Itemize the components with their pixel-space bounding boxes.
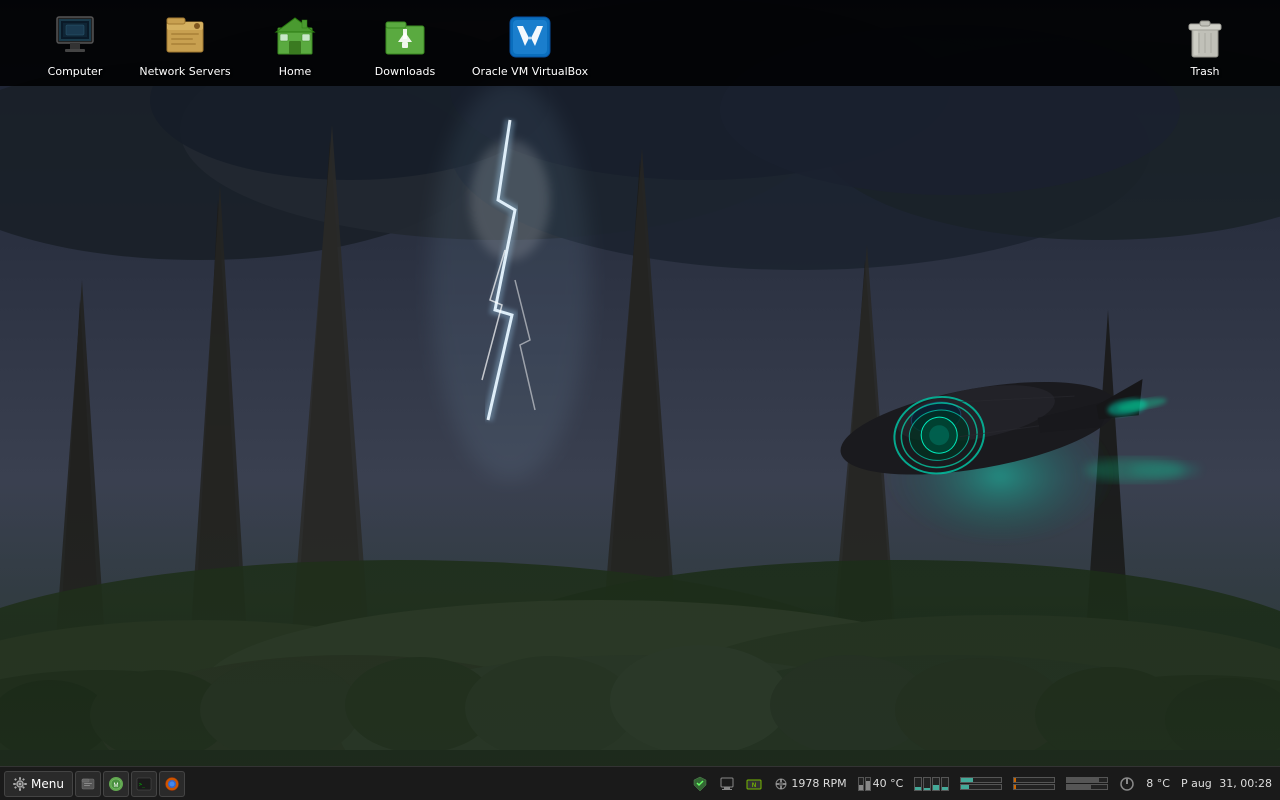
linuxmint-icon: M: [108, 776, 124, 792]
power-tray-btn[interactable]: [1115, 771, 1139, 797]
top-icon-bar: Computer Network Servers: [0, 0, 1280, 86]
datetime-month: P aug: [1181, 777, 1212, 790]
computer-icon-btn[interactable]: Computer: [20, 5, 130, 82]
memory-tray-btn[interactable]: [956, 771, 1006, 797]
oracle-vm-label: Oracle VM VirtualBox: [472, 65, 588, 78]
battery-text: 8 °C: [1146, 777, 1170, 790]
temp-tray-btn[interactable]: 40 °C: [854, 771, 908, 797]
network-traffic-btn[interactable]: [1009, 771, 1059, 797]
computer-label: Computer: [48, 65, 103, 78]
taskbar: Menu M >_: [0, 766, 1280, 800]
taskbar-terminal-btn[interactable]: >_: [131, 771, 157, 797]
taskbar-files-btn[interactable]: [75, 771, 101, 797]
menu-button[interactable]: Menu: [4, 771, 73, 797]
network-servers-icon: [161, 13, 209, 61]
network-tray-icon: [719, 776, 735, 792]
svg-text:>_: >_: [139, 782, 146, 788]
svg-text:N: N: [752, 783, 756, 789]
taskbar-linuxmint-btn[interactable]: M: [103, 771, 129, 797]
trash-icon: [1181, 13, 1229, 61]
oracle-vm-icon-btn[interactable]: Oracle VM VirtualBox: [460, 5, 600, 82]
fan-rpm-text: 1978 RPM: [791, 777, 846, 790]
network-servers-icon-btn[interactable]: Network Servers: [130, 5, 240, 82]
browser-icon: [164, 776, 180, 792]
system-tray: N 1978 RPM: [688, 771, 1276, 797]
fan-tray-btn[interactable]: 1978 RPM: [769, 771, 850, 797]
gpu-icon: N: [746, 776, 762, 792]
network-tray-btn[interactable]: [715, 771, 739, 797]
trash-icon-btn[interactable]: Trash: [1150, 5, 1260, 82]
home-icon: [271, 13, 319, 61]
wallpaper: [0, 0, 1280, 800]
datetime-value: 31, 00:28: [1219, 777, 1272, 790]
cpu-tray-btn[interactable]: [910, 771, 953, 797]
menu-label: Menu: [31, 777, 64, 791]
cpu-bars: [914, 777, 949, 791]
desktop: Computer Network Servers: [0, 0, 1280, 800]
power-icon: [1119, 776, 1135, 792]
oracle-vm-icon: [506, 13, 554, 61]
disk-tray-btn[interactable]: [1062, 771, 1112, 797]
files-icon: [80, 776, 96, 792]
downloads-icon-btn[interactable]: Downloads: [350, 5, 460, 82]
antivirus-tray-btn[interactable]: [688, 771, 712, 797]
trash-label: Trash: [1190, 65, 1219, 78]
home-icon-btn[interactable]: Home: [240, 5, 350, 82]
downloads-icon: [381, 13, 429, 61]
gpu-tray-btn[interactable]: N: [742, 771, 766, 797]
network-servers-label: Network Servers: [139, 65, 230, 78]
svg-text:M: M: [113, 783, 118, 789]
terminal-icon: >_: [136, 776, 152, 792]
taskbar-browser-btn[interactable]: [159, 771, 185, 797]
temp-text: 40 °C: [873, 777, 904, 790]
downloads-label: Downloads: [375, 65, 435, 78]
home-label: Home: [279, 65, 311, 78]
fan-icon: [773, 776, 789, 792]
datetime-tray-btn[interactable]: P aug 31, 00:28: [1177, 771, 1276, 797]
battery-tray-btn[interactable]: 8 °C: [1142, 771, 1174, 797]
computer-icon: [51, 13, 99, 61]
gear-icon: [13, 777, 27, 791]
shield-icon: [692, 776, 708, 792]
